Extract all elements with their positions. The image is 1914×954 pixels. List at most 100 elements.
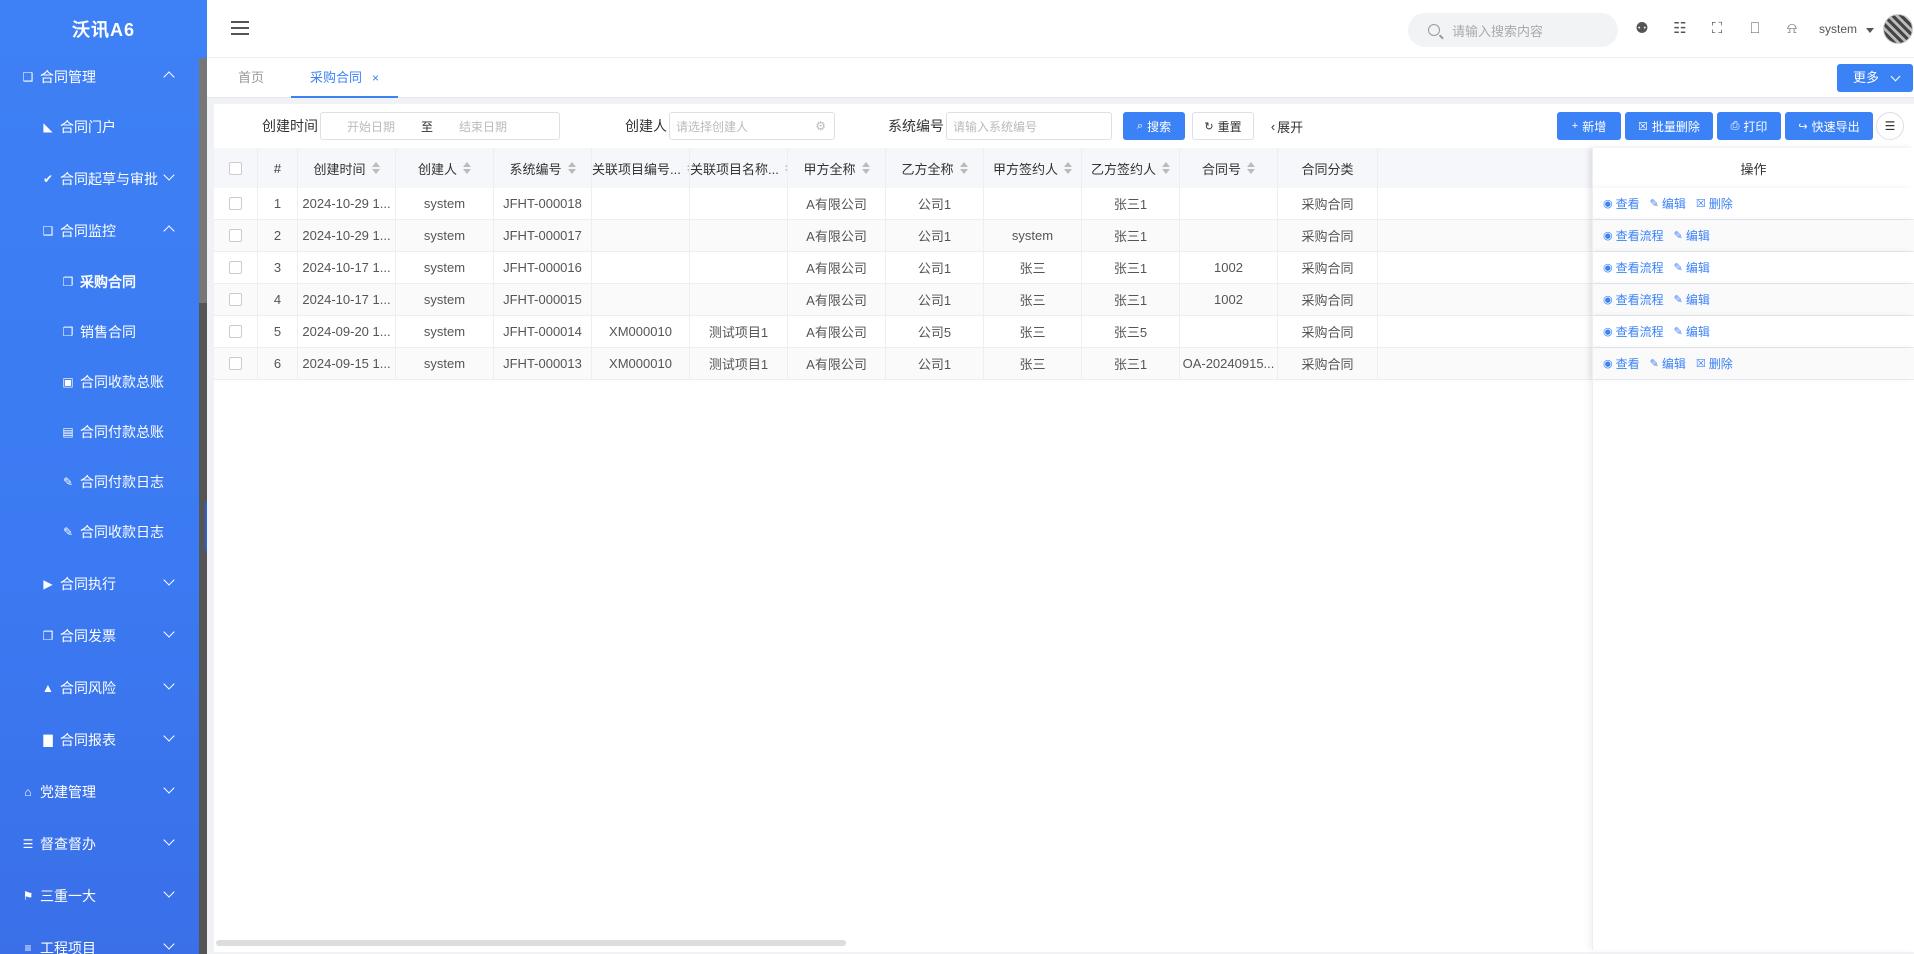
chevron-down-icon[interactable] bbox=[163, 782, 175, 794]
sidebar-scrollbar-thumb[interactable] bbox=[199, 58, 207, 303]
sort-icon[interactable] bbox=[861, 162, 870, 174]
header-cell-sysno[interactable]: 系统编号 bbox=[494, 148, 592, 188]
translate-icon[interactable]: ☷ bbox=[1670, 19, 1690, 39]
sidebar-item-10[interactable]: ▶ 合同执行 bbox=[0, 559, 207, 609]
sort-icon[interactable] bbox=[959, 162, 968, 174]
sidebar-item-8[interactable]: ✎ 合同付款日志 bbox=[0, 457, 207, 507]
chevron-down-icon[interactable] bbox=[163, 886, 175, 898]
reset-button[interactable]: ↻ 重置 bbox=[1192, 112, 1254, 140]
table-row[interactable]: 3 2024-10-17 1... system JFHT-000016 A有限公司 公司… bbox=[214, 252, 1914, 284]
view-flow-button[interactable]: ◉ 查看流程 bbox=[1603, 291, 1664, 308]
avatar[interactable] bbox=[1883, 14, 1913, 44]
sidebar-item-9[interactable]: ✎ 合同收款日志 bbox=[0, 507, 207, 557]
edit-button[interactable]: ✎ 编辑 bbox=[1674, 291, 1710, 308]
sidebar-item-11[interactable]: ❐ 合同发票 bbox=[0, 611, 207, 661]
close-icon[interactable]: × bbox=[372, 71, 379, 85]
select-all-checkbox[interactable] bbox=[229, 161, 242, 175]
header-cell-contractNo[interactable]: 合同号 bbox=[1180, 148, 1278, 188]
chevron-down-icon[interactable] bbox=[163, 574, 175, 586]
view-flow-button[interactable]: ◉ 查看流程 bbox=[1603, 323, 1664, 340]
view-flow-button[interactable]: ◉ 查看流程 bbox=[1603, 227, 1664, 244]
sidebar-item-17[interactable]: ≡ 工程项目 bbox=[0, 923, 207, 954]
system-number-input[interactable]: 请输入系统编号 bbox=[946, 112, 1112, 140]
column-settings-icon[interactable]: ☰ bbox=[1876, 112, 1904, 140]
header-cell-partyB[interactable]: 乙方全称 bbox=[886, 148, 984, 188]
sidebar-item-6[interactable]: ▣ 合同收款总账 bbox=[0, 357, 207, 407]
delete-button[interactable]: ☒ 删除 bbox=[1696, 195, 1733, 212]
chevron-down-icon[interactable] bbox=[163, 169, 175, 181]
header-cell-signerA[interactable]: 甲方签约人 bbox=[984, 148, 1082, 188]
table-row[interactable]: 1 2024-10-29 1... system JFHT-000018 A有限公司 公司… bbox=[214, 188, 1914, 220]
sort-icon[interactable] bbox=[686, 162, 689, 174]
user-name[interactable]: system bbox=[1819, 22, 1857, 36]
sidebar-item-14[interactable]: ⌂ 党建管理 bbox=[0, 767, 207, 817]
chevron-up-icon[interactable] bbox=[163, 225, 175, 237]
header-cell-projno[interactable]: 关联项目编号... bbox=[592, 148, 690, 188]
sort-icon[interactable] bbox=[784, 162, 787, 174]
sidebar-item-0[interactable]: ❑ 合同管理 bbox=[0, 52, 207, 102]
expand-toggle[interactable]: ‹ 展开 bbox=[1264, 112, 1310, 140]
header-cell-time[interactable]: 创建时间 bbox=[298, 148, 396, 188]
table-row[interactable]: 6 2024-09-15 1... system JFHT-000013 XM00001… bbox=[214, 348, 1914, 380]
row-checkbox[interactable] bbox=[229, 357, 242, 370]
export-button[interactable]: ↪ 快速导出 bbox=[1785, 112, 1873, 140]
add-button[interactable]: + 新增 bbox=[1557, 112, 1621, 140]
sidebar-item-7[interactable]: ▤ 合同付款总账 bbox=[0, 407, 207, 457]
sidebar-item-16[interactable]: ⚑ 三重一大 bbox=[0, 871, 207, 921]
bell-icon[interactable]: ⍾ bbox=[1782, 19, 1802, 39]
row-checkbox[interactable] bbox=[229, 197, 242, 210]
chevron-down-icon[interactable] bbox=[163, 834, 175, 846]
table-row[interactable]: 2 2024-10-29 1... system JFHT-000017 A有限公司 公司… bbox=[214, 220, 1914, 252]
row-checkbox[interactable] bbox=[229, 261, 242, 274]
edit-button[interactable]: ✎ 编辑 bbox=[1674, 227, 1710, 244]
more-button[interactable]: 更多 bbox=[1837, 64, 1913, 92]
user-dropdown-icon[interactable] bbox=[1866, 28, 1874, 33]
edit-button[interactable]: ✎ 编辑 bbox=[1650, 355, 1686, 372]
lock-icon[interactable]: ⎕ bbox=[1745, 19, 1765, 39]
table-row[interactable]: 5 2024-09-20 1... system JFHT-000014 XM00001… bbox=[214, 316, 1914, 348]
fullscreen-icon[interactable]: ⛶ bbox=[1707, 19, 1727, 39]
sidebar-item-4[interactable]: ❐ 采购合同 bbox=[0, 257, 207, 307]
sidebar-item-15[interactable]: ☰ 督查督办 bbox=[0, 819, 207, 869]
sidebar-item-12[interactable]: ▲ 合同风险 bbox=[0, 663, 207, 713]
sidebar-item-2[interactable]: ✔ 合同起草与审批 bbox=[0, 154, 207, 204]
chevron-down-icon[interactable] bbox=[163, 938, 175, 950]
chevron-down-icon[interactable] bbox=[163, 730, 175, 742]
sort-icon[interactable] bbox=[1064, 162, 1072, 174]
sidebar-item-5[interactable]: ❐ 销售合同 bbox=[0, 307, 207, 357]
global-search-input[interactable]: 请输入搜索内容 bbox=[1408, 13, 1618, 47]
edit-button[interactable]: ✎ 编辑 bbox=[1674, 259, 1710, 276]
header-cell-signerB[interactable]: 乙方签约人 bbox=[1082, 148, 1180, 188]
edit-button[interactable]: ✎ 编辑 bbox=[1650, 195, 1686, 212]
table-horizontal-scrollbar[interactable] bbox=[216, 940, 846, 946]
header-cell-projname[interactable]: 关联项目名称... bbox=[690, 148, 788, 188]
chevron-up-icon[interactable] bbox=[163, 71, 175, 83]
date-range-input[interactable]: 开始日期 至 结束日期 bbox=[320, 112, 560, 140]
sort-icon[interactable] bbox=[371, 162, 380, 174]
creator-select[interactable]: 请选择创建人 ⚙ bbox=[669, 112, 835, 140]
view-button[interactable]: ◉ 查看 bbox=[1603, 195, 1640, 212]
tab-home[interactable]: 首页 bbox=[238, 58, 264, 98]
tab-purchase-contract[interactable]: 采购合同 × bbox=[291, 58, 399, 98]
sidebar-item-13[interactable]: ▇ 合同报表 bbox=[0, 715, 207, 765]
print-button[interactable]: ⎙ 打印 bbox=[1717, 112, 1781, 140]
table-row[interactable]: 4 2024-10-17 1... system JFHT-000015 A有限公司 公司… bbox=[214, 284, 1914, 316]
sidebar-resize-handle[interactable] bbox=[205, 500, 207, 552]
row-checkbox[interactable] bbox=[229, 325, 242, 338]
row-checkbox[interactable] bbox=[229, 229, 242, 242]
row-checkbox[interactable] bbox=[229, 293, 242, 306]
sort-icon[interactable] bbox=[1162, 162, 1170, 174]
search-button[interactable]: ⌕ 搜索 bbox=[1123, 112, 1185, 140]
edit-button[interactable]: ✎ 编辑 bbox=[1674, 323, 1710, 340]
chevron-down-icon[interactable] bbox=[163, 678, 175, 690]
sort-icon[interactable] bbox=[463, 162, 471, 174]
sidebar-item-3[interactable]: ❑ 合同监控 bbox=[0, 206, 207, 256]
view-button[interactable]: ◉ 查看 bbox=[1603, 355, 1640, 372]
delete-button[interactable]: ☒ 删除 bbox=[1696, 355, 1733, 372]
sort-icon[interactable] bbox=[1247, 162, 1255, 174]
sidebar-item-1[interactable]: ◣ 合同门户 bbox=[0, 102, 207, 152]
menu-toggle-icon[interactable] bbox=[231, 21, 249, 35]
sort-icon[interactable] bbox=[567, 162, 576, 174]
batch-delete-button[interactable]: ☒ 批量删除 bbox=[1625, 112, 1713, 140]
header-cell-partyA[interactable]: 甲方全称 bbox=[788, 148, 886, 188]
